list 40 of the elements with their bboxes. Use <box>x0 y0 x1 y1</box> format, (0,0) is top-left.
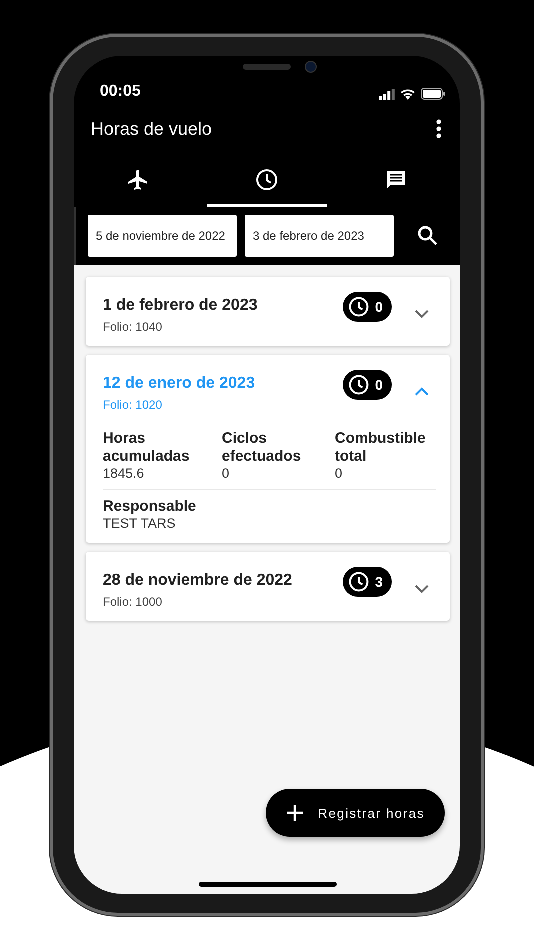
detail-value: TEST TARS <box>103 516 177 531</box>
flight-entry-card[interactable]: 1 de febrero de 2023 Folio: 1040 0 <box>86 277 450 346</box>
detail-label: Horas acumuladas <box>103 430 191 466</box>
wifi-icon <box>400 88 416 100</box>
chevron-down-icon[interactable] <box>414 584 430 594</box>
flight-entry-card[interactable]: 12 de enero de 2023 Folio: 1020 0 Horas acumuladas 1845.6 Ciclos efectuados 0 Combustible total 0 Responsable TEST TARS <box>86 355 450 543</box>
hours-count-badge: 0 <box>343 370 392 400</box>
signal-icon <box>379 88 395 100</box>
detail-value: 1845.6 <box>103 466 146 481</box>
speaker-grille <box>243 64 291 70</box>
clock-icon <box>348 374 370 396</box>
app-title: Horas de vuelo <box>91 118 212 140</box>
airplane-icon <box>126 168 150 192</box>
clock-icon <box>348 571 370 593</box>
start-date-field[interactable]: 5 de noviembre de 2022 <box>88 215 237 257</box>
search-icon[interactable] <box>416 224 440 248</box>
more-options-icon[interactable] <box>436 119 442 139</box>
entry-folio: Folio: 1020 <box>103 398 164 412</box>
entry-date: 28 de noviembre de 2022 <box>103 572 294 590</box>
detail-label: Combustible total <box>335 430 427 466</box>
detail-value: 0 <box>222 466 231 481</box>
flight-entry-card[interactable]: 28 de noviembre de 2022 Folio: 1000 3 <box>86 552 450 621</box>
plus-icon <box>286 804 304 822</box>
detail-label: Responsable <box>103 498 198 516</box>
detail-value: 0 <box>335 466 344 481</box>
entry-folio: Folio: 1000 <box>103 595 164 609</box>
hours-count-badge: 3 <box>343 567 392 597</box>
chevron-down-icon[interactable] <box>414 309 430 319</box>
clock-icon <box>348 296 370 318</box>
status-time: 00:05 <box>100 84 141 102</box>
entry-date: 1 de febrero de 2023 <box>103 297 259 315</box>
hours-count-badge: 0 <box>343 292 392 322</box>
end-date-field[interactable]: 3 de febrero de 2023 <box>245 215 394 257</box>
battery-icon <box>421 88 446 100</box>
detail-label: Ciclos efectuados <box>222 430 302 466</box>
entry-date: 12 de enero de 2023 <box>103 375 256 393</box>
clock-icon <box>255 168 279 192</box>
chevron-up-icon[interactable] <box>414 387 430 397</box>
entry-folio: Folio: 1040 <box>103 320 164 334</box>
register-hours-button[interactable]: Registrar horas <box>266 789 445 837</box>
